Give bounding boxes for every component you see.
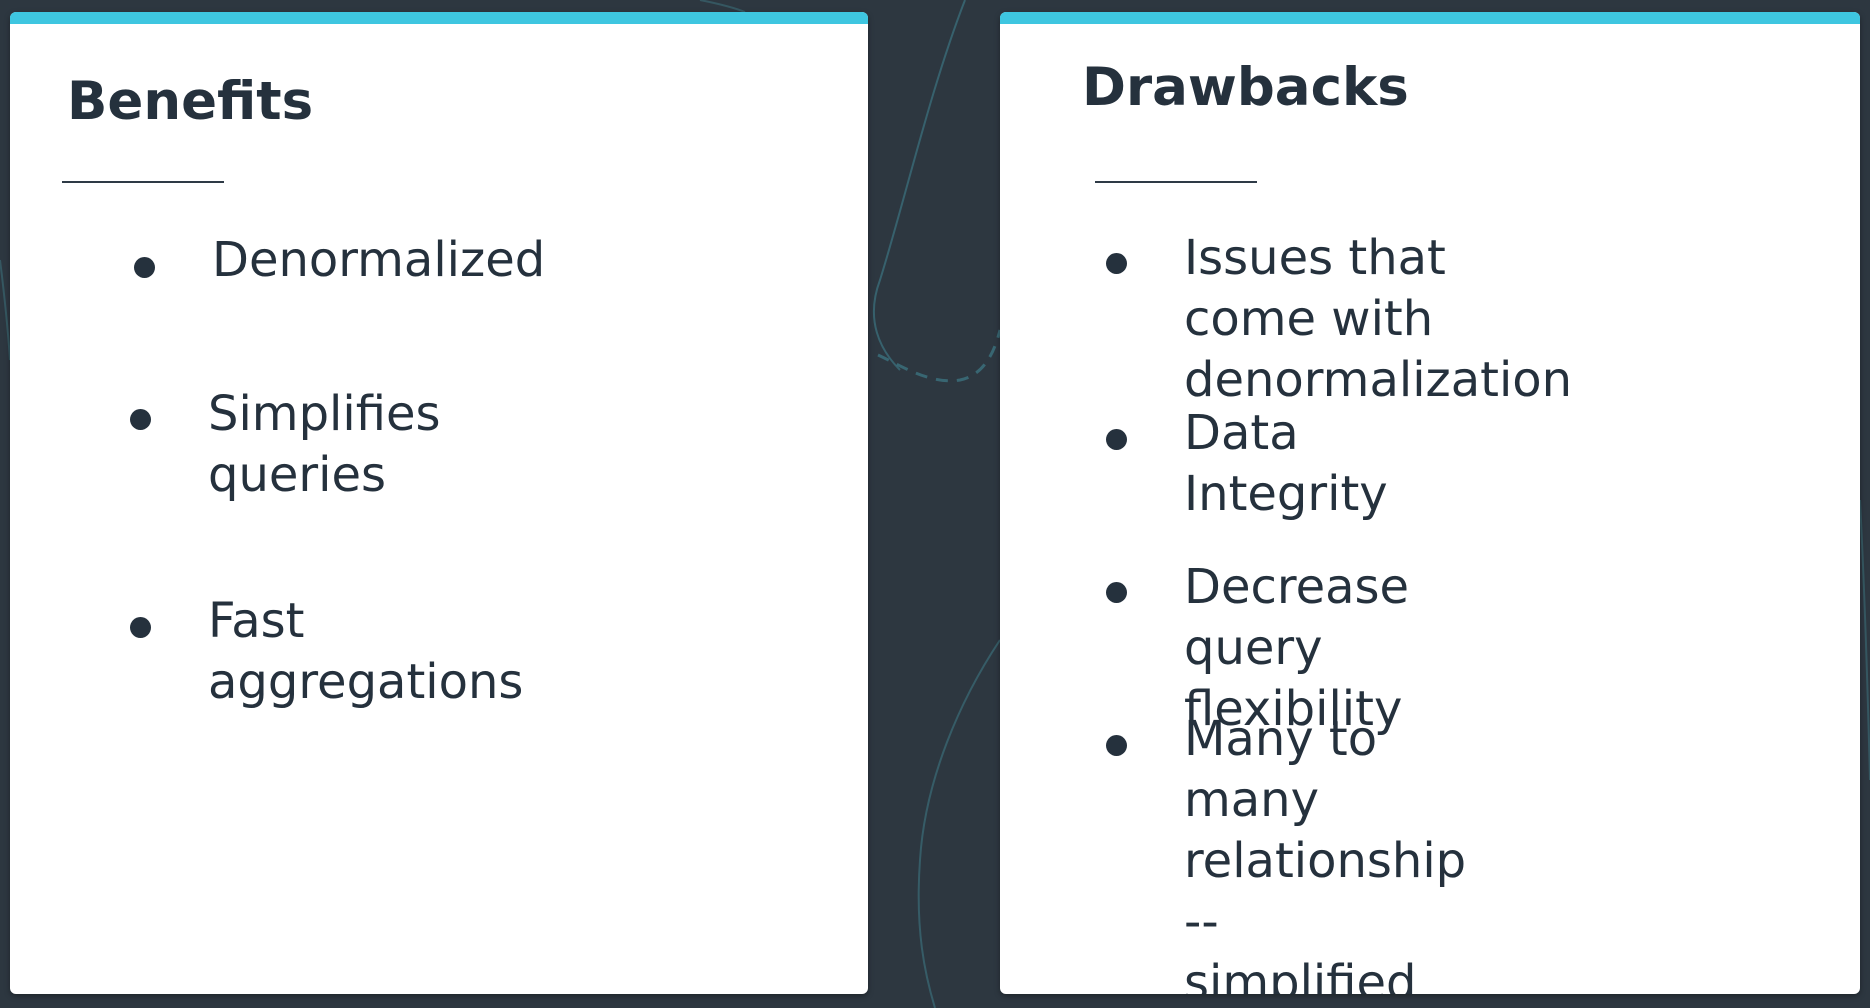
benefits-item-text: Fast aggregations	[208, 593, 524, 710]
benefits-divider	[62, 181, 224, 183]
drawbacks-item-text: Data Integrity	[1184, 405, 1388, 522]
bullet-icon	[1106, 735, 1127, 756]
bullet-icon	[1106, 253, 1127, 274]
benefits-accent-bar	[10, 12, 868, 24]
drawbacks-card: Drawbacks Issues that come with denormal…	[1000, 12, 1860, 994]
benefits-item-text: Denormalized	[212, 232, 546, 288]
benefits-card: Benefits Denormalized Simplifies queries…	[10, 12, 868, 994]
drawbacks-accent-bar	[1000, 12, 1860, 24]
bullet-icon	[130, 617, 151, 638]
drawbacks-divider	[1095, 181, 1257, 183]
benefits-title: Benefits	[67, 71, 314, 132]
drawbacks-item-text: Issues that come with denormalization	[1184, 230, 1573, 408]
bullet-icon	[1106, 582, 1127, 603]
bullet-icon	[134, 257, 155, 278]
bullet-icon	[1106, 429, 1127, 450]
drawbacks-item-text: Many to many relationship -- simplified	[1184, 711, 1467, 994]
benefits-item-text: Simplifies queries	[208, 386, 441, 503]
bullet-icon	[130, 409, 151, 430]
drawbacks-title: Drawbacks	[1082, 57, 1409, 118]
